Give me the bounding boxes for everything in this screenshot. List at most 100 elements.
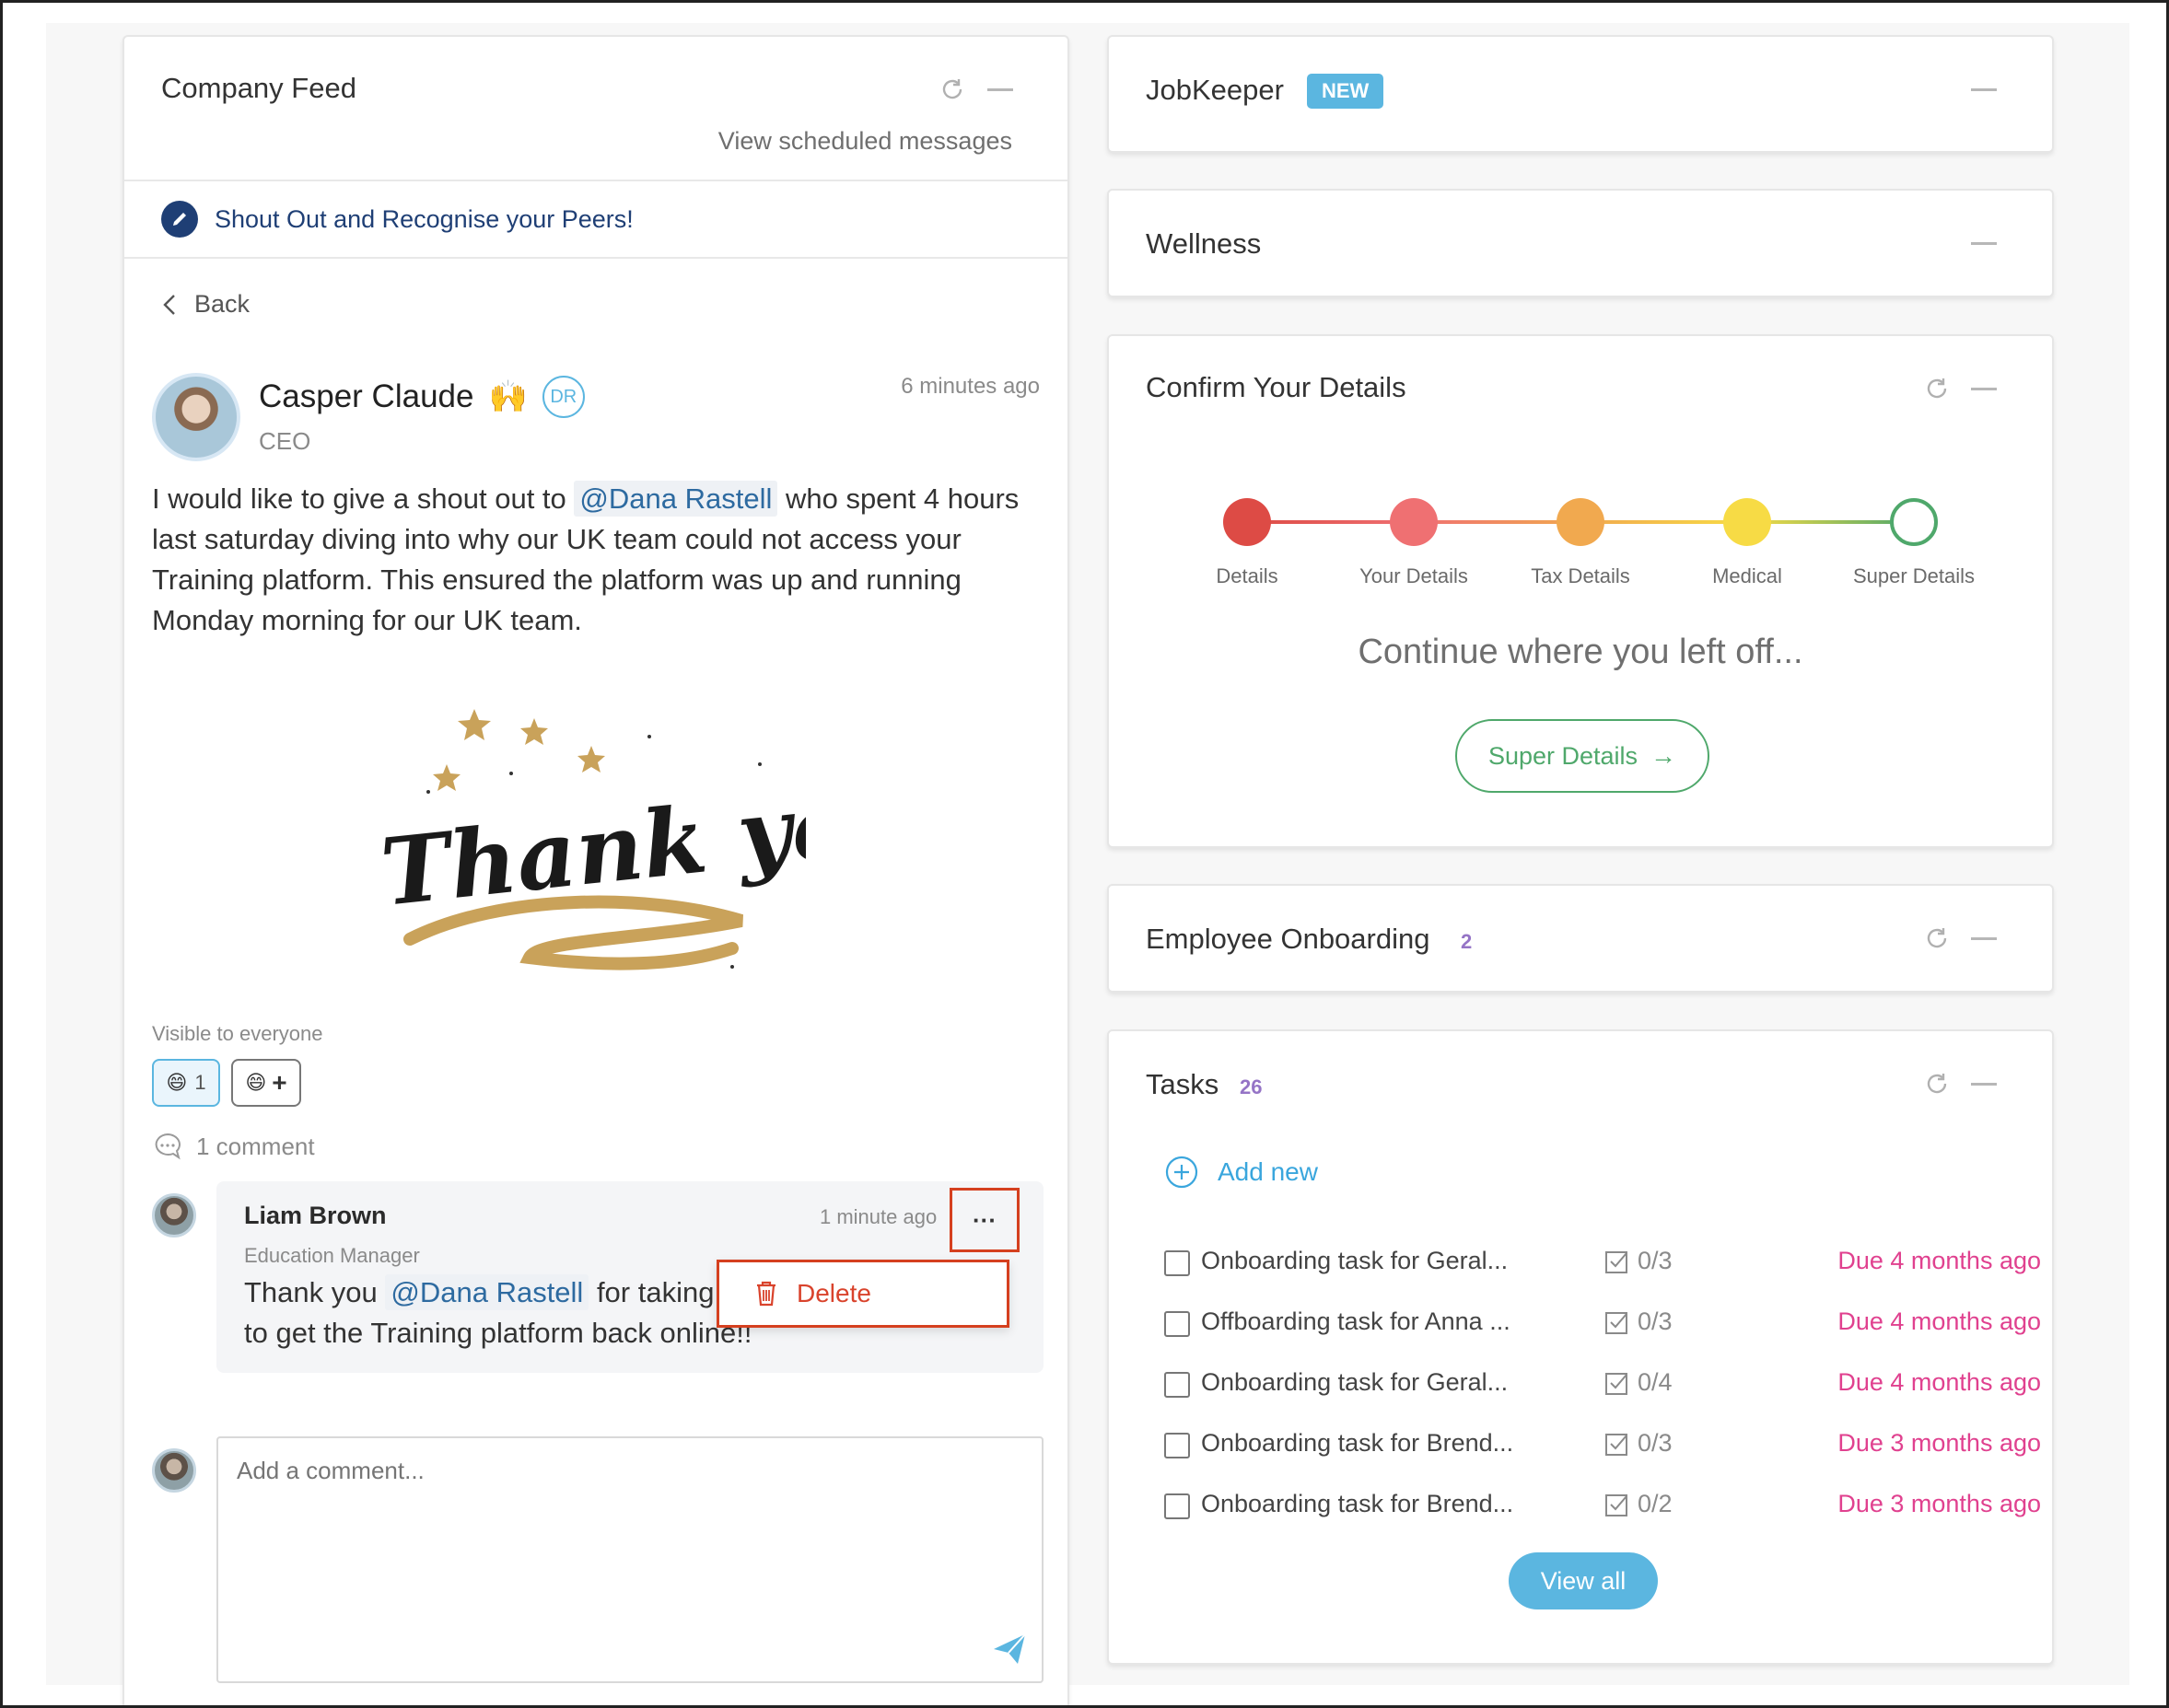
tasks-title: Tasks <box>1146 1068 1219 1100</box>
task-name[interactable]: Onboarding task for Geral... <box>1201 1368 1508 1397</box>
reaction-chip[interactable]: 😄 1 <box>152 1059 220 1107</box>
task-checkbox[interactable] <box>1164 1250 1190 1276</box>
step-medical-dot[interactable] <box>1723 498 1771 546</box>
shoutout-label: Shout Out and Recognise your Peers! <box>215 204 634 233</box>
grinning-emoji-icon: 😄 <box>166 1071 188 1094</box>
trash-icon <box>757 1281 775 1307</box>
add-circle-icon <box>1165 1156 1198 1189</box>
view-all-button[interactable]: View all <box>1509 1552 1658 1609</box>
comment-author-role: Education Manager <box>244 1244 420 1267</box>
onboarding-title[interactable]: Employee Onboarding <box>1146 923 1429 956</box>
delete-label: Delete <box>797 1279 871 1307</box>
step-your-details-dot[interactable] <box>1390 498 1438 546</box>
step-label: Medical <box>1712 564 1782 587</box>
super-details-button[interactable]: Super Details → <box>1455 719 1709 793</box>
task-progress: 0/2 <box>1604 1490 1673 1518</box>
post-body: I would like to give a shout out to @Dan… <box>152 479 1036 641</box>
refresh-icon[interactable] <box>1921 373 1953 404</box>
checklist-icon <box>1605 1433 1627 1456</box>
comment-author-name[interactable]: Liam Brown <box>244 1202 387 1230</box>
mention-link[interactable]: @Dana Rastell <box>574 481 778 517</box>
step-label: Details <box>1216 564 1278 587</box>
arrow-right-icon: → <box>1650 741 1677 770</box>
raised-hands-icon: 🙌 <box>488 379 528 414</box>
task-checkbox[interactable] <box>1164 1493 1190 1519</box>
task-checkbox[interactable] <box>1164 1372 1190 1398</box>
wellness-card: Wellness <box>1107 189 2054 297</box>
back-label: Back <box>194 290 251 318</box>
task-name[interactable]: Onboarding task for Brend... <box>1201 1429 1513 1458</box>
divider <box>124 257 1067 259</box>
post-author-role: CEO <box>259 427 311 455</box>
step-super-details-dot[interactable] <box>1890 498 1938 546</box>
refresh-icon[interactable] <box>1921 923 1953 954</box>
new-badge: NEW <box>1307 74 1384 109</box>
step-tax-details-dot[interactable] <box>1557 498 1604 546</box>
comment-input[interactable] <box>218 1438 1042 1681</box>
post-timestamp: 6 minutes ago <box>901 374 1040 399</box>
checklist-icon <box>1605 1372 1627 1395</box>
task-progress-value: 0/4 <box>1638 1368 1673 1396</box>
task-progress: 0/3 <box>1604 1247 1673 1275</box>
task-due: Due 3 months ago <box>1837 1490 2041 1517</box>
task-name[interactable]: Onboarding task for Brend... <box>1201 1490 1513 1518</box>
continue-message: Continue where you left off... <box>1358 633 1803 671</box>
pencil-icon <box>161 201 198 238</box>
minimize-icon[interactable] <box>987 88 1013 91</box>
task-name[interactable]: Onboarding task for Geral... <box>1201 1247 1508 1275</box>
comment-count-link[interactable]: 1 comment <box>152 1131 315 1162</box>
tasks-card: Tasks 26 Add new Onboarding task for Ger… <box>1107 1029 2054 1665</box>
comment-text-start: Thank you <box>244 1276 386 1308</box>
add-reaction-button[interactable]: 😄 + <box>231 1059 301 1107</box>
comment-timestamp: 1 minute ago <box>820 1205 938 1228</box>
jobkeeper-card: JobKeeper NEW <box>1107 35 2054 153</box>
step-details-dot[interactable] <box>1223 498 1271 546</box>
task-checkbox[interactable] <box>1164 1433 1190 1458</box>
dr-avatar-badge[interactable]: DR <box>542 376 585 418</box>
task-checkbox[interactable] <box>1164 1311 1190 1337</box>
comment-text-line2: to get the Training platform back online… <box>244 1317 752 1349</box>
refresh-icon[interactable] <box>1921 1068 1953 1099</box>
task-progress-value: 0/3 <box>1638 1247 1673 1274</box>
task-row: Onboarding task for Brend... 0/3 Due 3 m… <box>1164 1427 2041 1464</box>
send-icon[interactable] <box>990 1630 1029 1668</box>
post-author-name[interactable]: Casper Claude <box>259 378 473 415</box>
task-progress-value: 0/3 <box>1638 1307 1673 1335</box>
minimize-icon[interactable] <box>1971 1083 1997 1086</box>
add-new-task-button[interactable]: Add new <box>1164 1155 1318 1190</box>
minimize-icon[interactable] <box>1971 388 1997 390</box>
comment-menu-button[interactable]: ··· <box>950 1188 1020 1252</box>
thank-you-image: Thank you! <box>373 663 964 1013</box>
employee-onboarding-card: Employee Onboarding 2 <box>1107 884 2054 993</box>
task-progress: 0/4 <box>1604 1368 1673 1397</box>
task-name[interactable]: Offboarding task for Anna ... <box>1201 1307 1510 1336</box>
minimize-icon[interactable] <box>1971 88 1997 91</box>
onboarding-count-badge: 2 <box>1461 930 1473 953</box>
minimize-icon[interactable] <box>1971 242 1997 245</box>
avatar[interactable] <box>152 373 240 461</box>
mention-link[interactable]: @Dana Rastell <box>385 1274 589 1310</box>
jobkeeper-title[interactable]: JobKeeper <box>1146 74 1284 107</box>
task-progress-value: 0/2 <box>1638 1490 1673 1517</box>
task-due: Due 4 months ago <box>1837 1368 2041 1396</box>
plus-icon: + <box>272 1068 287 1097</box>
comment-body: Thank you @Dana Rastell for taking ti <box>244 1274 737 1310</box>
task-progress: 0/3 <box>1604 1307 1673 1336</box>
visibility-label: Visible to everyone <box>152 1022 323 1045</box>
wellness-title[interactable]: Wellness <box>1146 227 1261 261</box>
super-details-button-label: Super Details <box>1487 741 1638 770</box>
view-scheduled-messages-link[interactable]: View scheduled messages <box>718 127 1012 156</box>
avatar <box>152 1448 196 1493</box>
task-progress-value: 0/3 <box>1638 1429 1673 1457</box>
refresh-icon[interactable] <box>937 74 968 105</box>
back-button[interactable]: Back <box>161 290 250 319</box>
avatar[interactable] <box>152 1193 196 1237</box>
tasks-count-badge: 26 <box>1240 1075 1263 1098</box>
minimize-icon[interactable] <box>1971 937 1997 940</box>
comment-input-container <box>216 1436 1044 1683</box>
confirm-details-title: Confirm Your Details <box>1146 371 1406 403</box>
task-progress: 0/3 <box>1604 1429 1673 1458</box>
comment-count: 1 comment <box>196 1132 315 1160</box>
shoutout-prompt[interactable]: Shout Out and Recognise your Peers! <box>161 201 634 238</box>
delete-menu-item[interactable]: Delete <box>717 1260 1009 1328</box>
